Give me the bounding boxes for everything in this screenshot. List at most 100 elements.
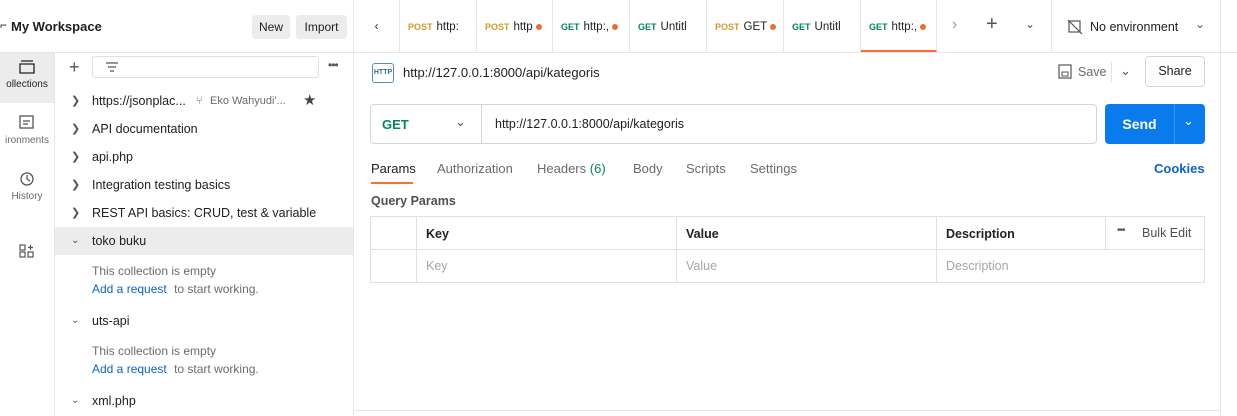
method-dropdown-icon[interactable]: ⌄ — [455, 114, 466, 130]
chevron-down-icon: ⌄ — [71, 235, 80, 246]
request-title[interactable]: http://127.0.0.1:8000/api/kategoris — [403, 65, 600, 80]
to-start-text: to start working. — [174, 282, 259, 296]
request-tab[interactable]: GET Untitl — [630, 0, 707, 52]
description-input[interactable]: Description — [946, 259, 1009, 273]
unsaved-dot — [612, 23, 619, 30]
http-icon: HTTP — [372, 63, 394, 83]
request-tab[interactable]: GET http:, — [553, 0, 630, 52]
request-tab[interactable]: GET Untitl — [784, 0, 861, 52]
tree-item[interactable]: ❯ API documentation — [55, 115, 353, 143]
no-environment-icon — [1067, 19, 1083, 35]
column-header: Description — [946, 227, 1015, 241]
add-request-link[interactable]: Add a request — [92, 362, 167, 376]
empty-collection-note: This collection is empty — [92, 264, 217, 278]
request-tab[interactable]: POST GET — [707, 0, 784, 52]
unsaved-dot — [770, 23, 777, 30]
collections-tree: + ••• ❯ https://jsonplac... ⑂ Eko Wahyud… — [55, 53, 354, 416]
tree-item[interactable]: ❯ https://jsonplac... ⑂ Eko Wahyudi'... … — [55, 87, 353, 115]
tree-item[interactable]: ⌄ xml.php — [55, 387, 353, 415]
workspace-icon: ⌐ — [0, 18, 8, 32]
send-button[interactable]: Send — [1105, 104, 1174, 144]
filter-input[interactable] — [92, 56, 319, 78]
rail-item-history[interactable]: History — [0, 171, 54, 202]
fork-icon: ⑂ — [196, 95, 203, 107]
filter-icon — [106, 62, 118, 72]
query-params-table: Key Value Description ••• Bulk Edit Key … — [370, 216, 1205, 283]
query-params-heading: Query Params — [371, 194, 456, 208]
column-header: Value — [686, 227, 719, 241]
chevron-right-icon: ❯ — [71, 207, 81, 219]
tree-item[interactable]: ❯ api.php — [55, 143, 353, 171]
tree-item[interactable]: ❯ REST API basics: CRUD, test & variable — [55, 199, 353, 227]
new-tab-plus-icon[interactable]: + — [986, 13, 998, 36]
chevron-right-icon: ❯ — [71, 151, 81, 163]
add-request-link[interactable]: Add a request — [92, 282, 167, 296]
request-tab[interactable]: POST http — [477, 0, 553, 52]
chevron-down-icon[interactable]: ⌄ — [1195, 17, 1205, 31]
chevron-right-icon: ❯ — [71, 123, 81, 135]
rail-item-environments[interactable]: ironments — [0, 115, 54, 146]
request-tab-active[interactable]: GET http:, — [861, 0, 937, 52]
right-divider — [1220, 53, 1221, 416]
tabs-dropdown-icon[interactable]: ⌄ — [1025, 17, 1035, 31]
tab-scripts[interactable]: Scripts — [686, 161, 726, 176]
history-icon — [20, 172, 34, 186]
url-input[interactable]: http://127.0.0.1:8000/api/kategoris — [495, 117, 684, 131]
star-icon[interactable]: ★ — [303, 87, 316, 115]
apps-icon — [19, 244, 34, 258]
rail-item-apps[interactable] — [0, 243, 54, 263]
workspace-title[interactable]: My Workspace — [11, 19, 102, 34]
column-header: Key — [426, 227, 449, 241]
more-options-icon[interactable]: ••• — [1117, 225, 1125, 236]
tab-settings[interactable]: Settings — [750, 161, 797, 176]
tree-item[interactable]: ❯ Integration testing basics — [55, 171, 353, 199]
method-select[interactable]: GET — [382, 117, 409, 132]
bottom-divider — [354, 410, 1220, 411]
rail-item-collections[interactable]: ollections — [0, 59, 54, 90]
send-button-group: Send ⌄ — [1105, 104, 1205, 144]
request-tab[interactable]: POST http: — [400, 0, 477, 52]
cookies-link[interactable]: Cookies — [1154, 161, 1205, 176]
to-start-text: to start working. — [174, 362, 259, 376]
unsaved-dot — [535, 23, 542, 30]
environment-selector[interactable]: No environment — [1090, 20, 1178, 34]
more-options-icon[interactable]: ••• — [328, 58, 339, 72]
tab-authorization[interactable]: Authorization — [437, 161, 513, 176]
tree-item-selected[interactable]: ⌄ toko buku — [55, 227, 353, 255]
save-dropdown-icon[interactable]: ⌄ — [1120, 63, 1131, 79]
import-button[interactable]: Import — [296, 15, 347, 39]
tab-params[interactable]: Params — [371, 161, 416, 176]
empty-collection-note: This collection is empty — [92, 344, 217, 358]
collections-icon — [19, 60, 35, 74]
chevron-right-icon: ❯ — [71, 95, 81, 107]
save-icon — [1058, 64, 1072, 79]
new-button[interactable]: New — [252, 15, 290, 39]
share-button[interactable]: Share — [1145, 56, 1205, 87]
tab-body[interactable]: Body — [633, 161, 663, 176]
chevron-down-icon: ⌄ — [71, 315, 80, 326]
rail-label: ollections — [6, 79, 48, 90]
bulk-edit-button[interactable]: Bulk Edit — [1142, 226, 1191, 240]
chevron-right-icon: ❯ — [71, 179, 81, 191]
tab-headers[interactable]: Headers (6) — [537, 161, 606, 176]
rail-label: History — [11, 191, 43, 202]
fork-owner: Eko Wahyudi'... — [210, 95, 286, 107]
sidebar-rail: ollections ironments History — [0, 53, 55, 416]
save-button[interactable]: Save — [1078, 65, 1107, 79]
active-tab-indicator — [371, 182, 413, 184]
chevron-right-icon[interactable]: › — [952, 16, 957, 34]
send-dropdown-icon[interactable]: ⌄ — [1183, 113, 1194, 129]
request-url-bar: GET ⌄ http://127.0.0.1:8000/api/kategori… — [370, 104, 1097, 144]
key-input[interactable]: Key — [426, 259, 448, 273]
value-input[interactable]: Value — [686, 259, 717, 273]
unsaved-dot — [920, 23, 927, 30]
chevron-left-icon: ‹ — [374, 21, 379, 33]
request-tabs-bar: ‹ POST http: POST http GET http:, GET Untitl… — [354, 0, 1237, 53]
rail-label: ironments — [5, 135, 49, 146]
add-collection-icon[interactable]: + — [69, 57, 80, 78]
tree-item[interactable]: ⌄ uts-api — [55, 307, 353, 335]
scroll-tabs-left-button[interactable]: ‹ — [354, 0, 400, 52]
workspace-header: ⌐ My Workspace New Import — [0, 0, 354, 53]
add-request-line: Add a request to start working. — [92, 362, 259, 376]
headers-count: (6) — [589, 161, 606, 176]
